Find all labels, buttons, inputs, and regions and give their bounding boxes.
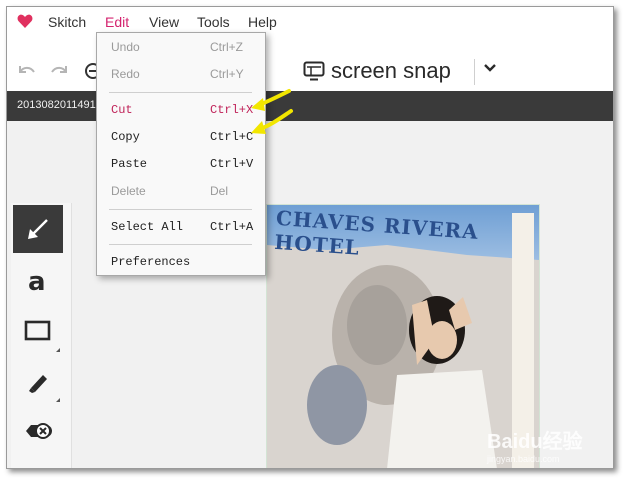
- chevron-down-icon[interactable]: [483, 63, 497, 73]
- menu-cut[interactable]: Cut: [111, 103, 133, 117]
- text-tool-icon: a: [28, 267, 46, 296]
- watermark-text: Baidu经验: [487, 431, 583, 453]
- skitch-window: Skitch Edit View Tools Help screen snap: [6, 6, 614, 469]
- annotation-arrow-copy: [251, 109, 293, 134]
- menu-divider: [109, 209, 252, 210]
- marker-tool[interactable]: [13, 357, 63, 405]
- heart-logo-icon[interactable]: [17, 13, 33, 29]
- menu-skitch[interactable]: Skitch: [48, 14, 86, 30]
- eraser-tool[interactable]: [13, 407, 63, 455]
- screen-snap-icon: [303, 61, 325, 81]
- screen-snap-button[interactable]: screen snap: [303, 57, 451, 85]
- menu-delete-shortcut: Del: [210, 184, 229, 198]
- menu-copy[interactable]: Copy: [111, 130, 140, 144]
- eraser-icon: [26, 423, 52, 439]
- screen-snap-label: screen snap: [331, 58, 451, 83]
- menu-view[interactable]: View: [149, 14, 179, 30]
- menu-redo-shortcut: Ctrl+Y: [210, 67, 244, 81]
- toolbar-divider: [474, 59, 475, 85]
- menu-undo-shortcut: Ctrl+Z: [210, 40, 243, 54]
- tool-palette: a: [11, 203, 72, 468]
- redo-icon[interactable]: [49, 63, 69, 79]
- menu-paste[interactable]: Paste: [111, 157, 147, 171]
- svg-text:a: a: [28, 267, 46, 296]
- tool-options-corner: [56, 398, 60, 402]
- menu-preferences[interactable]: Preferences: [111, 255, 190, 269]
- menu-delete[interactable]: Delete: [111, 184, 146, 198]
- text-tool[interactable]: a: [13, 257, 63, 305]
- rectangle-tool[interactable]: [13, 307, 63, 355]
- menu-redo[interactable]: Redo: [111, 67, 140, 81]
- baidu-watermark: Baidu经验 jingyan.baidu.com: [487, 425, 583, 464]
- menu-select-all[interactable]: Select All: [111, 220, 183, 234]
- arrow-tool-icon: [28, 219, 48, 239]
- undo-icon[interactable]: [17, 63, 37, 79]
- rectangle-tool-icon: [24, 320, 51, 341]
- menu-divider: [109, 92, 252, 93]
- tool-options-corner: [56, 348, 60, 352]
- file-name[interactable]: 201308201149154: [17, 99, 108, 111]
- watermark-sub: jingyan.baidu.com: [487, 454, 560, 464]
- menu-divider: [109, 244, 252, 245]
- menu-help[interactable]: Help: [248, 14, 277, 30]
- menu-paste-shortcut: Ctrl+V: [210, 157, 254, 171]
- arrow-tool[interactable]: [13, 205, 63, 253]
- menu-edit[interactable]: Edit: [105, 14, 129, 30]
- edit-menu-dropdown: Undo Ctrl+Z Redo Ctrl+Y Cut Ctrl+X Copy …: [96, 32, 266, 276]
- menu-select-all-shortcut: Ctrl+A: [210, 220, 254, 234]
- menu-undo[interactable]: Undo: [111, 40, 140, 54]
- marker-icon: [29, 375, 47, 393]
- menu-tools[interactable]: Tools: [197, 14, 230, 30]
